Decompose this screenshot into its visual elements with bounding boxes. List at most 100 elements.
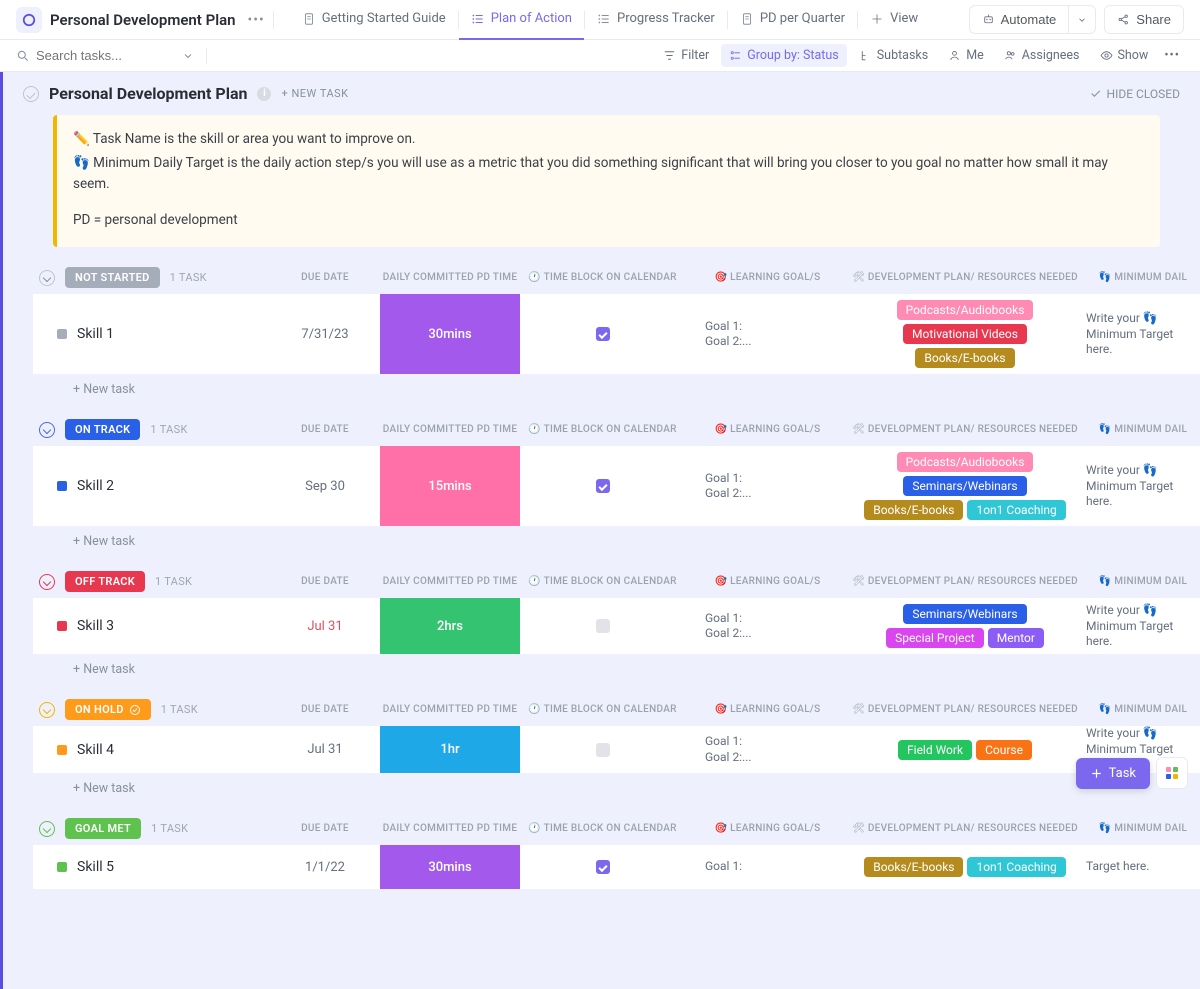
filter-button[interactable]: Filter (655, 44, 717, 67)
checkbox[interactable] (596, 327, 610, 341)
tag[interactable]: Podcasts/Audiobooks (897, 452, 1034, 472)
due-date-cell[interactable]: Jul 31 (270, 598, 380, 654)
tab-view[interactable]: View (858, 0, 930, 40)
tab-progress-tracker[interactable]: Progress Tracker (585, 0, 727, 40)
resources-cell[interactable]: Books/E-books1on1 Coaching (850, 845, 1080, 889)
committed-time-cell[interactable]: 30mins (380, 845, 520, 889)
group-by-button[interactable]: Group by: Status (721, 44, 847, 67)
collapse-list-toggle[interactable] (23, 86, 39, 102)
committed-time-cell[interactable]: 15mins (380, 446, 520, 526)
search-input[interactable] (36, 48, 176, 63)
learning-goals-cell[interactable]: Goal 1:Goal 2:... (685, 446, 850, 526)
new-task-button[interactable]: + New task (33, 374, 1200, 401)
task-row[interactable]: Skill 2 Sep 30 15mins Goal 1:Goal 2:... … (33, 446, 1200, 526)
status-square-icon[interactable] (57, 329, 67, 339)
more-toolbar-button[interactable]: ••• (1160, 44, 1184, 67)
tab-getting-started-guide[interactable]: Getting Started Guide (290, 0, 458, 40)
status-pill[interactable]: NOT STARTED (65, 267, 160, 288)
min-target-cell[interactable]: Target here. (1080, 845, 1200, 889)
status-pill[interactable]: GOAL MET (65, 818, 141, 839)
learning-goals-cell[interactable]: Goal 1:Goal 2:... (685, 726, 850, 773)
assignees-button[interactable]: Assignees (996, 44, 1088, 67)
task-row[interactable]: Skill 5 1/1/22 30mins Goal 1: Books/E-bo… (33, 845, 1200, 889)
resources-cell[interactable]: Seminars/Webinars Special ProjectMentor (850, 598, 1080, 654)
checkbox[interactable] (596, 479, 610, 493)
status-square-icon[interactable] (57, 481, 67, 491)
group-collapse-toggle[interactable] (39, 270, 55, 286)
time-block-cell[interactable] (520, 726, 685, 773)
task-name[interactable]: Skill 1 (77, 326, 114, 342)
group-collapse-toggle[interactable] (39, 422, 55, 438)
automate-button[interactable]: Automate (969, 5, 1069, 34)
tag[interactable]: Books/E-books (915, 348, 1014, 368)
new-task-fab[interactable]: Task (1076, 758, 1150, 789)
due-date-cell[interactable]: Sep 30 (270, 446, 380, 526)
time-block-cell[interactable] (520, 598, 685, 654)
show-button[interactable]: Show (1092, 44, 1157, 67)
learning-goals-cell[interactable]: Goal 1: (685, 845, 850, 889)
subtasks-button[interactable]: Subtasks (851, 44, 936, 67)
status-pill[interactable]: ON HOLD (65, 699, 151, 720)
more-icon[interactable]: ••• (248, 12, 265, 28)
tag[interactable]: 1on1 Coaching (967, 500, 1065, 520)
task-row[interactable]: Skill 4 Jul 31 1hr Goal 1:Goal 2:... Fie… (33, 726, 1200, 773)
task-row[interactable]: Skill 3 Jul 31 2hrs Goal 1:Goal 2:... Se… (33, 598, 1200, 654)
status-pill[interactable]: OFF TRACK (65, 571, 145, 592)
tag[interactable]: Seminars/Webinars (903, 476, 1026, 496)
min-target-cell[interactable]: Write your 👣 Minimum Target here. (1080, 294, 1200, 374)
learning-goals-cell[interactable]: Goal 1:Goal 2:... (685, 294, 850, 374)
checkbox[interactable] (596, 619, 610, 633)
tag[interactable]: Podcasts/Audiobooks (897, 300, 1034, 320)
tag[interactable]: Motivational Videos (903, 324, 1027, 344)
due-date-cell[interactable]: Jul 31 (270, 726, 380, 773)
resources-cell[interactable]: Field WorkCourse (850, 726, 1080, 773)
tag[interactable]: Books/E-books (864, 500, 963, 520)
status-pill[interactable]: ON TRACK (65, 419, 140, 440)
tag[interactable]: Special Project (886, 628, 984, 648)
task-name[interactable]: Skill 4 (77, 742, 114, 758)
me-button[interactable]: Me (940, 44, 992, 67)
task-name[interactable]: Skill 3 (77, 618, 114, 634)
automate-dropdown[interactable] (1068, 5, 1096, 34)
tab-plan-of-action[interactable]: Plan of Action (459, 0, 584, 40)
apps-button[interactable] (1156, 757, 1188, 789)
checkbox[interactable] (596, 860, 610, 874)
app-icon[interactable] (16, 7, 42, 33)
group-collapse-toggle[interactable] (39, 702, 55, 718)
resources-cell[interactable]: Podcasts/Audiobooks Motivational Videos Bo… (850, 294, 1080, 374)
tab-pd-per-quarter[interactable]: PD per Quarter (728, 0, 857, 40)
tag[interactable]: 1on1 Coaching (967, 857, 1065, 877)
share-button[interactable]: Share (1104, 5, 1184, 34)
status-square-icon[interactable] (57, 745, 67, 755)
hide-closed-button[interactable]: HIDE CLOSED (1089, 87, 1180, 101)
status-square-icon[interactable] (57, 862, 67, 872)
search-dropdown-icon[interactable] (182, 50, 194, 62)
status-square-icon[interactable] (57, 621, 67, 631)
resources-cell[interactable]: Podcasts/Audiobooks Seminars/Webinars Book… (850, 446, 1080, 526)
committed-time-cell[interactable]: 2hrs (380, 598, 520, 654)
min-target-cell[interactable]: Write your 👣 Minimum Target here. (1080, 598, 1200, 654)
checkbox[interactable] (596, 743, 610, 757)
tag[interactable]: Field Work (898, 740, 972, 760)
new-task-button[interactable]: + New task (33, 526, 1200, 553)
task-name[interactable]: Skill 2 (77, 478, 114, 494)
min-target-cell[interactable]: Write your 👣 Minimum Target here. (1080, 446, 1200, 526)
due-date-cell[interactable]: 1/1/22 (270, 845, 380, 889)
task-name[interactable]: Skill 5 (77, 859, 114, 875)
tag[interactable]: Course (976, 740, 1032, 760)
new-task-button[interactable]: + New task (33, 654, 1200, 681)
due-date-cell[interactable]: 7/31/23 (270, 294, 380, 374)
tag[interactable]: Mentor (988, 628, 1044, 648)
committed-time-cell[interactable]: 1hr (380, 726, 520, 773)
new-task-header-button[interactable]: + NEW TASK (281, 87, 348, 100)
time-block-cell[interactable] (520, 845, 685, 889)
learning-goals-cell[interactable]: Goal 1:Goal 2:... (685, 598, 850, 654)
time-block-cell[interactable] (520, 446, 685, 526)
committed-time-cell[interactable]: 30mins (380, 294, 520, 374)
tag[interactable]: Seminars/Webinars (903, 604, 1026, 624)
task-row[interactable]: Skill 1 7/31/23 30mins Goal 1:Goal 2:...… (33, 294, 1200, 374)
tag[interactable]: Books/E-books (864, 857, 963, 877)
time-block-cell[interactable] (520, 294, 685, 374)
info-icon[interactable]: i (257, 87, 271, 101)
group-collapse-toggle[interactable] (39, 574, 55, 590)
